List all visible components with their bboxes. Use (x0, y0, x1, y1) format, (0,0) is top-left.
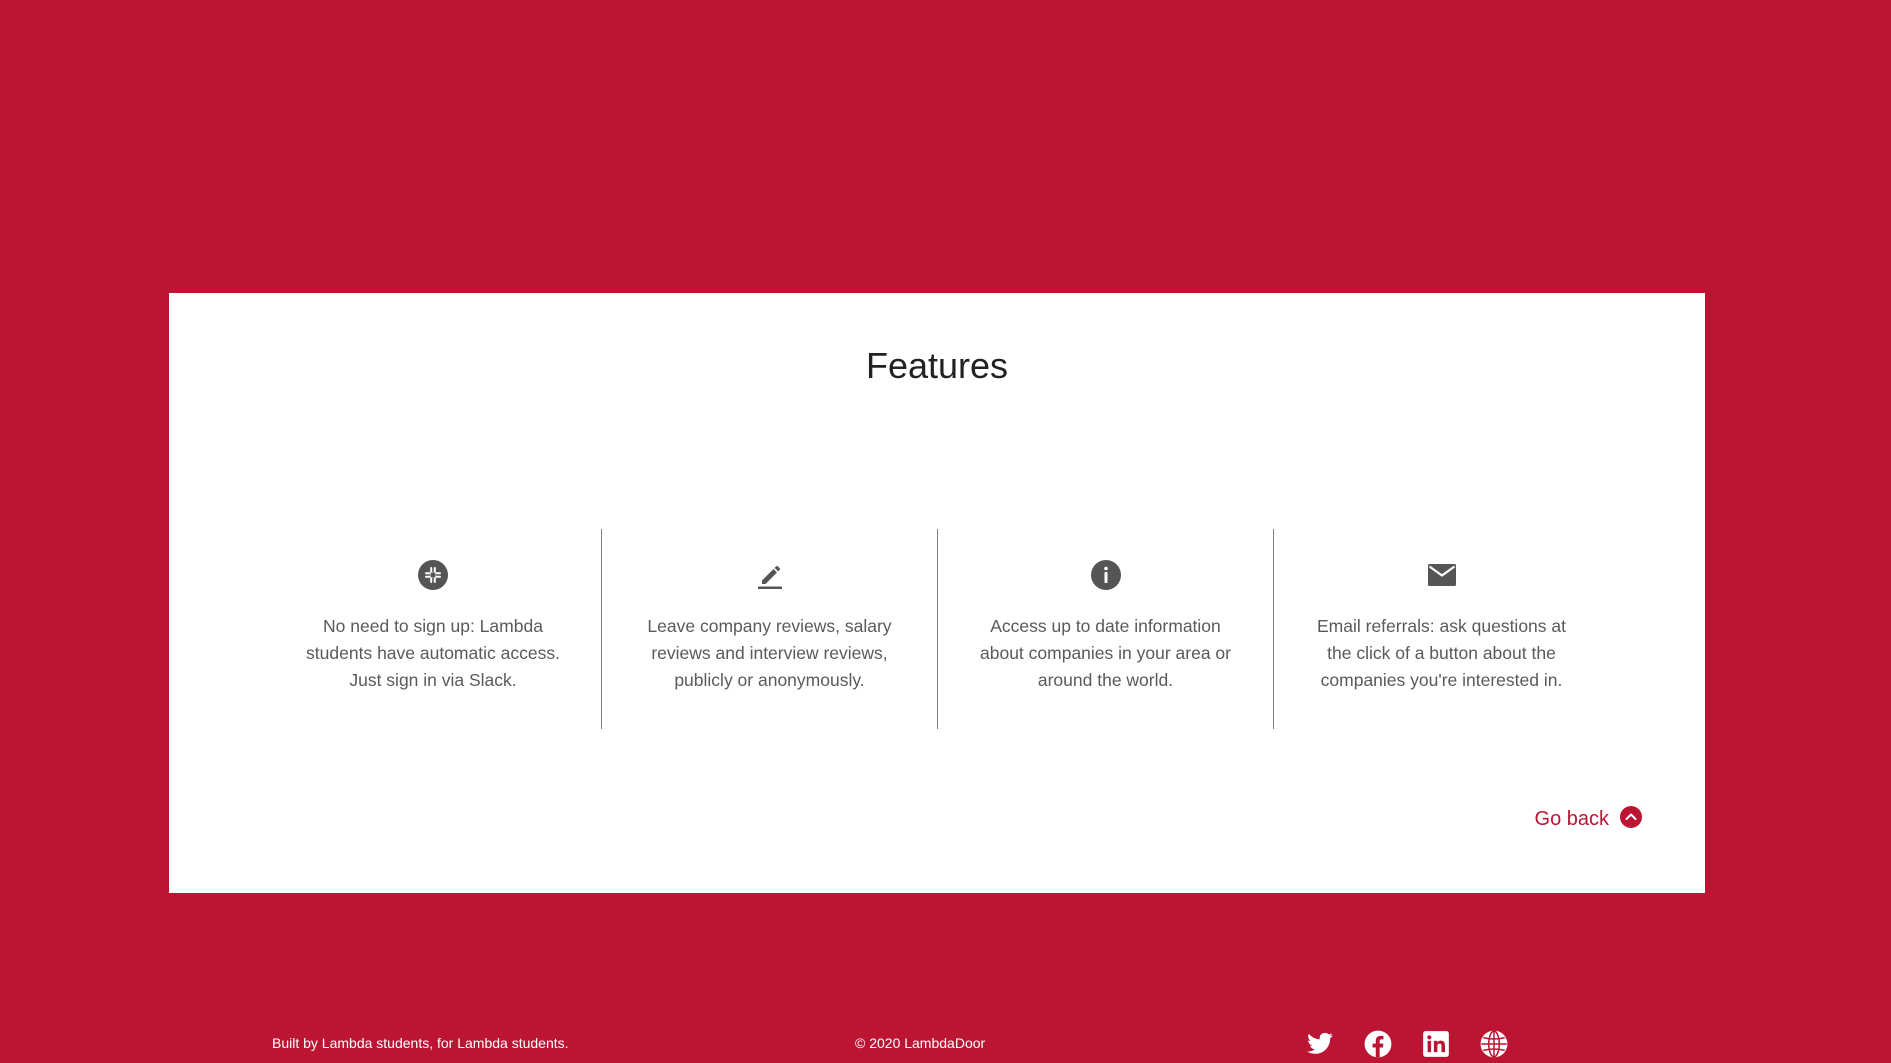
facebook-icon (1364, 1030, 1392, 1058)
twitter-link[interactable] (1306, 1030, 1334, 1058)
email-icon (1427, 564, 1456, 586)
info-icon (1090, 560, 1121, 590)
feature-item-email-referrals: Email referrals: ask questions at the cl… (1273, 529, 1609, 729)
features-title: Features (865, 345, 1009, 386)
twitter-icon (1307, 1032, 1333, 1054)
go-back-link[interactable]: Go back (1534, 805, 1643, 831)
feature-item-reviews: Leave company reviews, salary reviews an… (601, 529, 937, 729)
feature-description: Email referrals: ask questions at the cl… (1317, 616, 1566, 690)
social-links (1306, 1030, 1508, 1058)
features-list: No need to sign up: Lambda students have… (265, 529, 1609, 729)
feature-description: Leave company reviews, salary reviews an… (647, 616, 892, 690)
chevron-up-circle-icon (1620, 805, 1642, 828)
website-link[interactable] (1480, 1030, 1508, 1058)
slack-icon (418, 560, 448, 590)
footer-copyright: © 2020 LambdaDoor (855, 1035, 986, 1051)
linkedin-icon (1423, 1031, 1449, 1057)
feature-description: Access up to date information about comp… (980, 616, 1231, 690)
feature-item-slack-access: No need to sign up: Lambda students have… (265, 529, 601, 729)
globe-icon (1480, 1030, 1508, 1058)
facebook-link[interactable] (1364, 1030, 1392, 1058)
features-card: Features No need to sign up: Lambda stud… (169, 293, 1705, 893)
pencil-icon (757, 565, 782, 589)
feature-item-company-info: Access up to date information about comp… (937, 529, 1273, 729)
feature-description: No need to sign up: Lambda students have… (306, 616, 560, 690)
go-back-label: Go back (1534, 808, 1609, 830)
footer-credit: Built by Lambda students, for Lambda stu… (272, 1035, 569, 1051)
footer: Built by Lambda students, for Lambda stu… (0, 1030, 1891, 1058)
linkedin-link[interactable] (1422, 1030, 1450, 1058)
